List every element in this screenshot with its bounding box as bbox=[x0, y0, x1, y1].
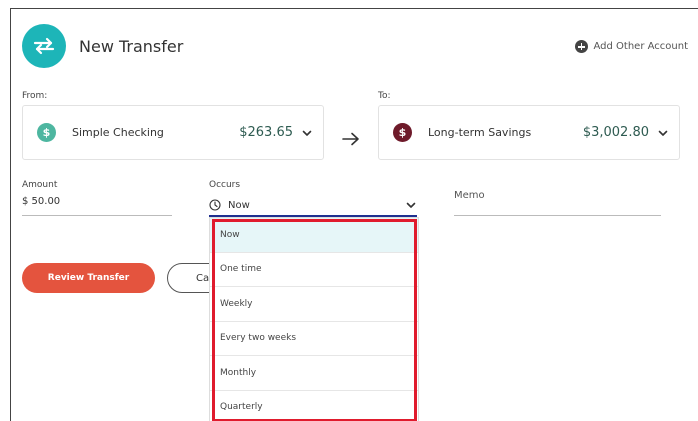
clock-icon bbox=[209, 199, 221, 211]
review-transfer-button[interactable]: Review Transfer bbox=[22, 263, 155, 293]
chevron-down-icon bbox=[302, 130, 312, 136]
occurs-label: Occurs bbox=[209, 180, 241, 190]
transfer-icon bbox=[22, 24, 66, 68]
occurs-dropdown: Now One time Weekly Every two weeks Mont… bbox=[209, 217, 419, 421]
dollar-icon: $ bbox=[37, 123, 56, 142]
occurs-select[interactable]: Now bbox=[209, 195, 417, 215]
from-account-select[interactable]: $ Simple Checking $263.65 bbox=[22, 105, 324, 160]
arrow-right-icon bbox=[342, 132, 359, 146]
dollar-icon: $ bbox=[393, 123, 412, 142]
occurs-option-quarterly[interactable]: Quarterly bbox=[210, 391, 418, 421]
chevron-down-icon bbox=[658, 130, 668, 136]
to-account-name: Long-term Savings bbox=[428, 126, 532, 139]
occurs-option-monthly[interactable]: Monthly bbox=[210, 356, 418, 391]
add-other-account-label: Add Other Account bbox=[593, 41, 689, 52]
memo-input[interactable]: Memo bbox=[454, 190, 485, 201]
add-other-account-link[interactable]: Add Other Account bbox=[574, 40, 689, 53]
from-account-balance: $263.65 bbox=[239, 125, 293, 140]
memo-underline bbox=[454, 215, 661, 216]
page-title: New Transfer bbox=[79, 37, 184, 56]
from-label: From: bbox=[22, 91, 48, 101]
plus-circle-icon bbox=[574, 40, 588, 53]
occurs-option-weekly[interactable]: Weekly bbox=[210, 287, 418, 322]
from-account-name: Simple Checking bbox=[72, 126, 164, 139]
occurs-option-now[interactable]: Now bbox=[210, 218, 418, 253]
amount-input[interactable]: $ 50.00 bbox=[22, 196, 60, 207]
occurs-option-every-two-weeks[interactable]: Every two weeks bbox=[210, 322, 418, 356]
to-label: To: bbox=[378, 91, 391, 101]
occurs-option-one-time[interactable]: One time bbox=[210, 253, 418, 287]
to-account-select[interactable]: $ Long-term Savings $3,002.80 bbox=[378, 105, 680, 160]
to-account-balance: $3,002.80 bbox=[582, 125, 649, 140]
chevron-down-icon bbox=[406, 202, 416, 208]
occurs-value: Now bbox=[228, 199, 250, 211]
amount-label: Amount bbox=[22, 180, 58, 190]
transfer-panel: New Transfer Add Other Account From: To:… bbox=[10, 8, 698, 421]
amount-underline bbox=[22, 215, 172, 216]
